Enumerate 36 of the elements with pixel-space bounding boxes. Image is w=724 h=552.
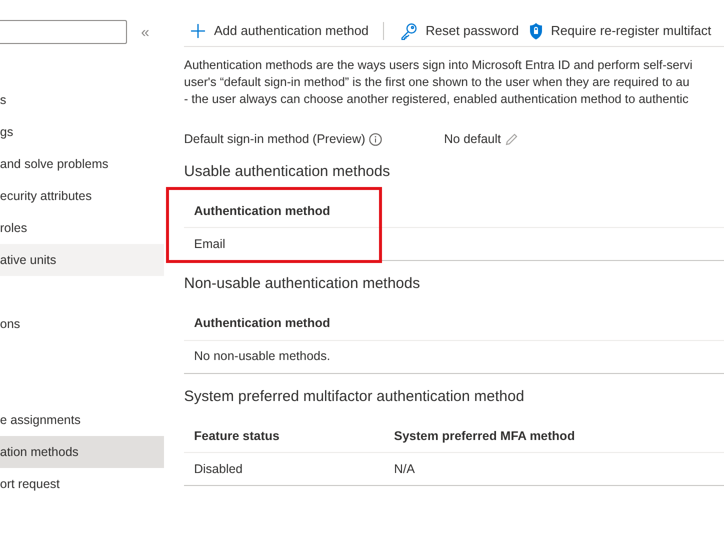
toolbar-button[interactable]: Reset password — [394, 20, 523, 40]
sidebar-item[interactable]: e assignments — [0, 404, 164, 436]
plus-icon — [190, 22, 206, 38]
description-text: user's “default sign-in method” is the first one shown to the user when they are required to au — [184, 74, 690, 91]
description-text: Authentication methods are the ways users sign into Microsoft Entra ID and perform self-servi — [184, 57, 692, 74]
sidebar-item[interactable]: s — [0, 84, 164, 116]
table-cell-text: Email — [194, 236, 226, 253]
table-cell-text: N/A — [394, 460, 415, 478]
description-text: - the user always can choose another registered, enabled authentication method to authentic — [184, 91, 688, 108]
section-heading: System preferred multifactor authentication method — [184, 386, 526, 407]
toolbar-button[interactable]: Add authentication method — [184, 20, 373, 40]
sidebar-item[interactable]: gs — [0, 116, 164, 148]
key-icon — [400, 22, 418, 40]
sidebar-item[interactable]: ons — [0, 308, 164, 340]
sidebar-item[interactable]: and solve problems — [0, 148, 164, 180]
pencil-icon[interactable] — [504, 132, 518, 146]
collapse-button[interactable]: « — [141, 24, 150, 40]
field-label: Default sign-in method (Preview) — [184, 131, 366, 148]
sidebar-item[interactable]: ation methods — [0, 436, 164, 468]
sidebar-item[interactable]: ecurity attributes — [0, 180, 164, 212]
toolbar-button[interactable]: Require re-register multifact — [522, 20, 716, 40]
table-cell-text: Disabled — [194, 460, 244, 478]
column-header: Feature status — [194, 428, 280, 445]
lock-icon — [528, 22, 543, 40]
field-value: No default — [444, 131, 501, 148]
column-header: Authentication method — [194, 315, 332, 332]
sidebar-item[interactable]: ort request — [0, 468, 164, 500]
section-heading: Non-usable authentication methods — [184, 274, 421, 294]
column-header: System preferred MFA method — [394, 428, 575, 445]
section-heading: Usable authentication methods — [184, 162, 391, 182]
table-cell-text: No non-usable methods. — [194, 348, 332, 366]
search-field[interactable] — [0, 20, 127, 44]
info-icon[interactable] — [369, 132, 382, 146]
sidebar-item[interactable]: roles — [0, 212, 164, 244]
column-header: Authentication method — [194, 202, 332, 220]
sidebar-item[interactable]: ative units — [0, 244, 164, 276]
